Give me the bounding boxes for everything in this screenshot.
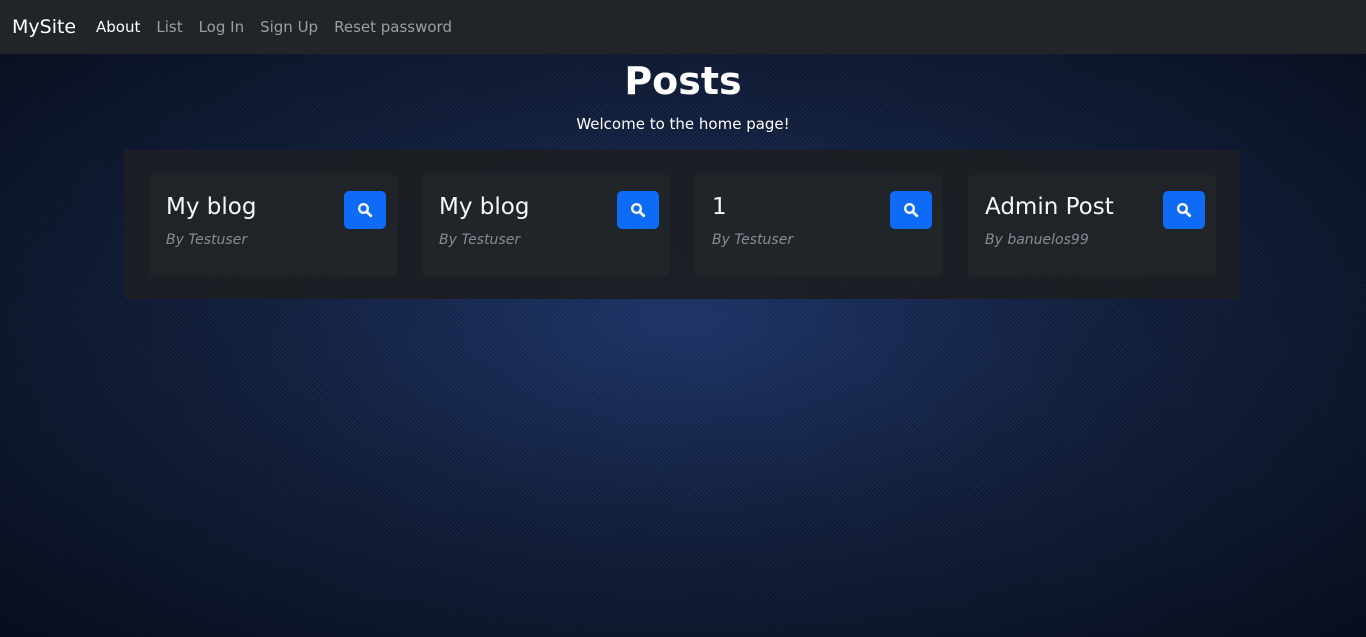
view-post-button[interactable] — [890, 191, 932, 229]
post-title: My blog — [166, 194, 257, 220]
post-card: Admin Post By banuelos99 — [968, 175, 1216, 276]
view-post-button[interactable] — [344, 191, 386, 229]
search-icon — [630, 202, 646, 218]
post-card: My blog By Testuser — [149, 175, 397, 276]
nav-link-about[interactable]: About — [96, 16, 140, 38]
nav-links: About List Log In Sign Up Reset password — [96, 16, 468, 38]
top-navbar: MySite About List Log In Sign Up Reset p… — [0, 0, 1366, 54]
post-author: By Testuser — [439, 232, 521, 248]
page-subtitle: Welcome to the home page! — [576, 115, 790, 133]
view-post-button[interactable] — [1163, 191, 1205, 229]
post-author: By Testuser — [712, 232, 794, 248]
page-title: Posts — [624, 59, 742, 103]
post-card: 1 By Testuser — [695, 175, 943, 276]
search-icon — [1176, 202, 1192, 218]
view-post-button[interactable] — [617, 191, 659, 229]
post-author: By Testuser — [166, 232, 248, 248]
post-author: By banuelos99 — [985, 232, 1089, 248]
search-icon — [357, 202, 373, 218]
post-title: 1 — [712, 194, 727, 220]
nav-link-reset-password[interactable]: Reset password — [334, 16, 452, 38]
post-card: My blog By Testuser — [422, 175, 670, 276]
post-title: Admin Post — [985, 194, 1114, 220]
nav-link-list[interactable]: List — [156, 16, 182, 38]
post-title: My blog — [439, 194, 530, 220]
nav-link-log-in[interactable]: Log In — [199, 16, 245, 38]
nav-link-sign-up[interactable]: Sign Up — [260, 16, 318, 38]
search-icon — [903, 202, 919, 218]
posts-panel: My blog By Testuser My blog By Testuser … — [124, 150, 1240, 299]
brand-link[interactable]: MySite — [12, 14, 76, 40]
